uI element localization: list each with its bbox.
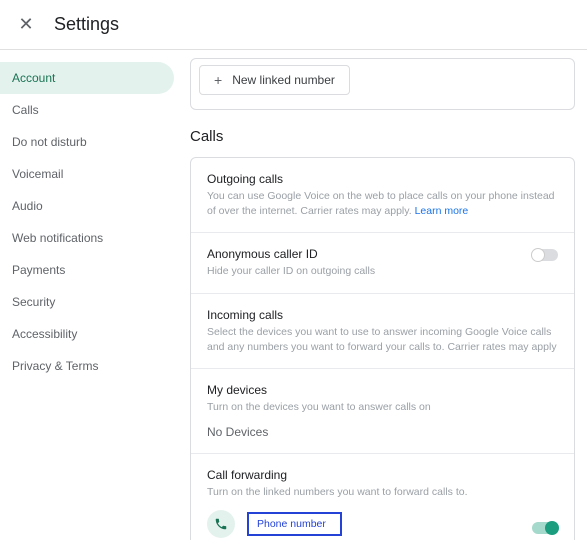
settings-header: ✕ Settings bbox=[0, 0, 587, 50]
forwarding-phone-row: Phone number bbox=[207, 510, 558, 538]
sidebar-item-audio[interactable]: Audio bbox=[0, 190, 174, 222]
sidebar-item-privacy-terms[interactable]: Privacy & Terms bbox=[0, 350, 174, 382]
section-calls-title: Calls bbox=[190, 128, 575, 145]
calls-card: Outgoing calls You can use Google Voice … bbox=[190, 157, 575, 540]
plus-icon: + bbox=[214, 72, 222, 88]
row-outgoing-calls: Outgoing calls You can use Google Voice … bbox=[191, 158, 574, 233]
sidebar-item-do-not-disturb[interactable]: Do not disturb bbox=[0, 126, 174, 158]
sidebar-item-account[interactable]: Account bbox=[0, 62, 174, 94]
outgoing-title: Outgoing calls bbox=[207, 172, 558, 186]
forwarding-desc: Turn on the linked numbers you want to f… bbox=[207, 485, 558, 500]
incoming-desc: Select the devices you want to use to an… bbox=[207, 325, 558, 354]
anon-desc: Hide your caller ID on outgoing calls bbox=[207, 264, 558, 279]
anon-toggle[interactable] bbox=[532, 249, 558, 261]
phone-number-input[interactable]: Phone number bbox=[247, 512, 342, 536]
outgoing-desc-text: You can use Google Voice on the web to p… bbox=[207, 190, 555, 217]
sidebar-item-voicemail[interactable]: Voicemail bbox=[0, 158, 174, 190]
new-linked-number-label: New linked number bbox=[232, 73, 335, 87]
outgoing-desc: You can use Google Voice on the web to p… bbox=[207, 189, 558, 218]
row-my-devices: My devices Turn on the devices you want … bbox=[191, 369, 574, 454]
row-incoming-calls: Incoming calls Select the devices you wa… bbox=[191, 294, 574, 369]
sidebar: Account Calls Do not disturb Voicemail A… bbox=[0, 50, 180, 540]
page-title: Settings bbox=[54, 14, 119, 35]
row-call-forwarding: Call forwarding Turn on the linked numbe… bbox=[191, 454, 574, 540]
sidebar-item-accessibility[interactable]: Accessibility bbox=[0, 318, 174, 350]
sidebar-item-web-notifications[interactable]: Web notifications bbox=[0, 222, 174, 254]
forwarding-toggle[interactable] bbox=[532, 522, 558, 534]
linked-number-card: + New linked number bbox=[190, 58, 575, 110]
close-icon[interactable]: ✕ bbox=[16, 15, 36, 35]
sidebar-item-calls[interactable]: Calls bbox=[0, 94, 174, 126]
anon-title: Anonymous caller ID bbox=[207, 247, 558, 261]
new-linked-number-button[interactable]: + New linked number bbox=[199, 65, 350, 95]
devices-desc: Turn on the devices you want to answer c… bbox=[207, 400, 558, 415]
main-content: + New linked number Calls Outgoing calls… bbox=[180, 50, 587, 540]
forwarding-title: Call forwarding bbox=[207, 468, 558, 482]
phone-icon bbox=[207, 510, 235, 538]
learn-more-link[interactable]: Learn more bbox=[415, 205, 469, 217]
row-anonymous-caller-id: Anonymous caller ID Hide your caller ID … bbox=[191, 233, 574, 294]
sidebar-item-security[interactable]: Security bbox=[0, 286, 174, 318]
devices-title: My devices bbox=[207, 383, 558, 397]
sidebar-item-payments[interactable]: Payments bbox=[0, 254, 174, 286]
no-devices-text: No Devices bbox=[207, 425, 558, 439]
incoming-title: Incoming calls bbox=[207, 308, 558, 322]
